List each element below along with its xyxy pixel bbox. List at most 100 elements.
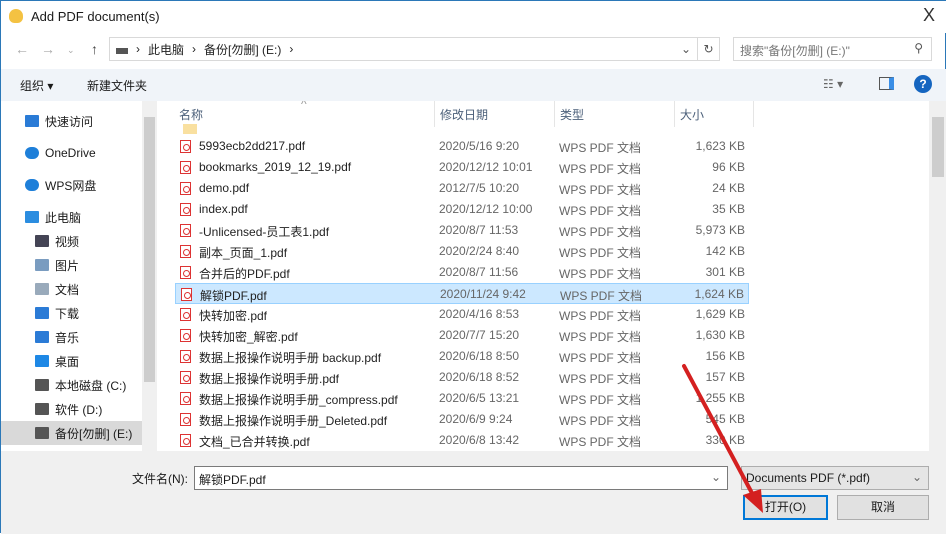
file-name: 合并后的PDF.pdf bbox=[199, 267, 290, 281]
nav-item[interactable]: 备份[勿删] (E:) bbox=[1, 421, 142, 445]
nav-item-label: 软件 (D:) bbox=[55, 402, 103, 417]
file-row[interactable]: 数据上报操作说明手册 backup.pdf 2020/6/18 8:50 WPS… bbox=[175, 346, 749, 367]
nav-item[interactable]: 视频 bbox=[1, 229, 142, 253]
refresh-button[interactable]: ↻ bbox=[698, 37, 720, 61]
nav-item[interactable]: 下载 bbox=[1, 301, 142, 325]
drive-icon bbox=[116, 48, 128, 54]
open-button[interactable]: 打开(O) bbox=[743, 495, 828, 520]
forward-button[interactable]: → bbox=[41, 41, 55, 57]
nav-item[interactable]: 软件 (D:) bbox=[1, 397, 142, 421]
file-name: index.pdf bbox=[199, 202, 248, 216]
file-date: 2020/2/24 8:40 bbox=[439, 244, 520, 258]
preview-pane-icon[interactable] bbox=[879, 77, 894, 90]
nav-item[interactable]: WPS网盘 bbox=[1, 173, 142, 197]
file-size: 545 KB bbox=[705, 412, 745, 426]
file-name: bookmarks_2019_12_19.pdf bbox=[199, 160, 352, 174]
cancel-button[interactable]: 取消 bbox=[837, 495, 929, 520]
file-row[interactable]: 数据上报操作说明手册.pdf 2020/6/18 8:52 WPS PDF 文档… bbox=[175, 367, 749, 388]
file-row[interactable]: 解锁PDF.pdf 2020/11/24 9:42 WPS PDF 文档 1,6… bbox=[175, 283, 749, 304]
music-icon bbox=[35, 331, 49, 343]
file-type: WPS PDF 文档 bbox=[559, 225, 642, 239]
file-name: -Unlicensed-员工表1.pdf bbox=[199, 225, 330, 239]
nav-item-label: 图片 bbox=[55, 258, 80, 273]
file-type: WPS PDF 文档 bbox=[559, 183, 642, 197]
nav-item[interactable]: OneDrive bbox=[1, 141, 142, 165]
nav-item[interactable]: 此电脑 bbox=[1, 205, 142, 229]
nav-item-label: 文档 bbox=[55, 282, 80, 297]
organize-button[interactable]: 组织 ▾ bbox=[20, 77, 53, 94]
folder-row-partial[interactable] bbox=[175, 115, 749, 136]
file-list: ^ 名称 修改日期 类型 大小 5993ecb2dd217.pdf 2020/5… bbox=[171, 101, 929, 456]
pdf-file-icon bbox=[180, 266, 191, 279]
nav-item[interactable]: 音乐 bbox=[1, 325, 142, 349]
file-type: WPS PDF 文档 bbox=[559, 351, 642, 365]
nav-item-label: 音乐 bbox=[55, 330, 80, 345]
document-icon bbox=[35, 283, 49, 295]
file-size: 24 KB bbox=[712, 181, 745, 195]
filetype-value: Documents PDF (*.pdf) bbox=[746, 471, 871, 485]
file-type: WPS PDF 文档 bbox=[559, 267, 642, 281]
nav-item[interactable]: 图片 bbox=[1, 253, 142, 277]
pdf-file-icon bbox=[180, 203, 191, 216]
nav-item-label: 视频 bbox=[55, 234, 80, 249]
file-size: 156 KB bbox=[705, 349, 745, 363]
nav-item-label: 下载 bbox=[55, 306, 80, 321]
nav-item[interactable]: 本地磁盘 (C:) bbox=[1, 373, 142, 397]
up-button[interactable]: ↑ bbox=[91, 41, 98, 57]
file-row[interactable]: bookmarks_2019_12_19.pdf 2020/12/12 10:0… bbox=[175, 157, 749, 178]
navigation-pane: 快速访问 OneDrive WPS网盘此电脑视频图片文档下载音乐桌面 本地磁盘 (C:… bbox=[1, 101, 142, 456]
picture-icon bbox=[35, 259, 49, 271]
chevron-down-icon[interactable]: ⌄ bbox=[711, 470, 721, 484]
file-name: 文档_已合并转换.pdf bbox=[199, 435, 310, 449]
chevron-down-icon: ⌄ bbox=[911, 470, 922, 484]
file-row[interactable]: -Unlicensed-员工表1.pdf 2020/8/7 11:53 WPS … bbox=[175, 220, 749, 241]
file-row[interactable]: 5993ecb2dd217.pdf 2020/5/16 9:20 WPS PDF… bbox=[175, 136, 749, 157]
drive-icon bbox=[35, 403, 49, 415]
search-icon[interactable]: ⚲ bbox=[914, 41, 923, 55]
filename-input[interactable]: 解锁PDF.pdf ⌄ bbox=[194, 466, 728, 490]
nav-item[interactable]: 桌面 bbox=[1, 349, 142, 373]
file-date: 2020/8/7 11:56 bbox=[439, 265, 519, 279]
file-name: 数据上报操作说明手册_Deleted.pdf bbox=[199, 414, 388, 428]
list-scrollbar[interactable] bbox=[929, 101, 946, 456]
drive-icon bbox=[35, 379, 49, 391]
computer-icon bbox=[25, 211, 39, 223]
pdf-file-icon bbox=[181, 288, 192, 301]
nav-item[interactable]: 文档 bbox=[1, 277, 142, 301]
file-date: 2020/6/9 9:24 bbox=[439, 412, 513, 426]
back-button[interactable]: ← bbox=[15, 41, 29, 57]
recent-dropdown[interactable]: ⌄ bbox=[67, 45, 75, 56]
search-input[interactable]: 搜索"备份[勿删] (E:)" bbox=[733, 37, 932, 61]
nav-scrollbar[interactable] bbox=[142, 101, 157, 456]
nav-item[interactable]: 快速访问 bbox=[1, 109, 142, 133]
nav-item-label: OneDrive bbox=[45, 146, 96, 160]
window-title: Add PDF document(s) bbox=[31, 9, 160, 24]
pdf-file-icon bbox=[180, 392, 191, 405]
breadcrumb-drive-e[interactable]: 备份[勿删] (E:) bbox=[204, 41, 281, 58]
help-icon[interactable]: ? bbox=[914, 75, 932, 93]
filetype-select[interactable]: Documents PDF (*.pdf) ⌄ bbox=[741, 466, 929, 490]
file-row[interactable]: 文档_已合并转换.pdf 2020/6/8 13:42 WPS PDF 文档 3… bbox=[175, 430, 749, 451]
chevron-down-icon[interactable]: ⌄ bbox=[681, 42, 691, 56]
file-type: WPS PDF 文档 bbox=[559, 141, 642, 155]
file-row[interactable]: 合并后的PDF.pdf 2020/8/7 11:56 WPS PDF 文档 30… bbox=[175, 262, 749, 283]
new-folder-button[interactable]: 新建文件夹 bbox=[87, 77, 147, 94]
file-row[interactable]: index.pdf 2020/12/12 10:00 WPS PDF 文档 35… bbox=[175, 199, 749, 220]
file-row[interactable]: 快转加密_解密.pdf 2020/7/7 15:20 WPS PDF 文档 1,… bbox=[175, 325, 749, 346]
file-type: WPS PDF 文档 bbox=[559, 162, 642, 176]
file-size: 1,629 KB bbox=[695, 307, 745, 321]
view-options-icon[interactable]: ☷ ▾ bbox=[823, 77, 843, 91]
file-row[interactable]: 数据上报操作说明手册_Deleted.pdf 2020/6/9 9:24 WPS… bbox=[175, 409, 749, 430]
file-size: 1,624 KB bbox=[694, 287, 744, 301]
file-row[interactable]: demo.pdf 2012/7/5 10:20 WPS PDF 文档 24 KB bbox=[175, 178, 749, 199]
filename-label: 文件名(N): bbox=[132, 472, 188, 486]
file-row[interactable]: 副本_页面_1.pdf 2020/2/24 8:40 WPS PDF 文档 14… bbox=[175, 241, 749, 262]
file-row[interactable]: 快转加密.pdf 2020/4/16 8:53 WPS PDF 文档 1,629… bbox=[175, 304, 749, 325]
close-button[interactable]: X bbox=[923, 5, 935, 26]
address-bar[interactable]: › 此电脑 › 备份[勿删] (E:) › ⌄ bbox=[109, 37, 698, 61]
breadcrumb-this-pc[interactable]: 此电脑 bbox=[148, 41, 184, 58]
cloud-icon bbox=[25, 179, 39, 191]
file-date: 2020/6/8 13:42 bbox=[439, 433, 520, 447]
file-row[interactable]: 数据上报操作说明手册_compress.pdf 2020/6/5 13:21 W… bbox=[175, 388, 749, 409]
file-name: 快转加密.pdf bbox=[199, 309, 268, 323]
